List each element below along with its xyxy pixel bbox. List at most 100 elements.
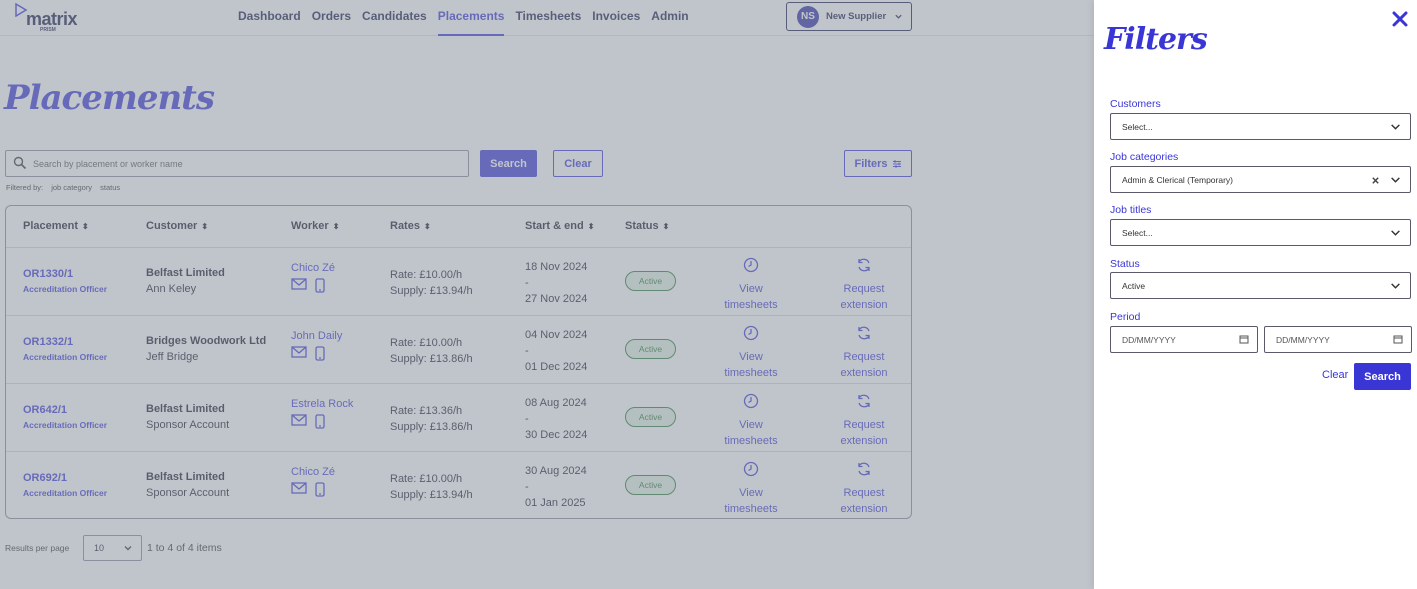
dates-cell: 08 Aug 2024 - 30 Dec 2024 <box>525 395 587 443</box>
request-extension-button[interactable]: Request extension <box>824 257 904 313</box>
end-date: 27 Nov 2024 <box>525 293 588 305</box>
per-page-value: 10 <box>94 543 105 553</box>
clear-button[interactable]: Clear <box>553 150 603 177</box>
nav-invoices[interactable]: Invoices <box>592 0 640 36</box>
results-per-page-select[interactable]: 10 <box>83 535 142 561</box>
filtered-by-label: Filtered by: <box>6 183 44 192</box>
placement-role: Accreditation Officer <box>23 352 108 362</box>
clock-icon <box>711 325 791 346</box>
period-from-placeholder: DD/MM/YYYY <box>1122 335 1176 345</box>
request-extension-button[interactable]: Request extension <box>824 393 904 449</box>
account-name: New Supplier <box>826 11 887 22</box>
chevron-down-icon <box>1391 124 1400 130</box>
rates-cell: Rate: £10.00/h Supply: £13.94/h <box>390 471 473 503</box>
filters-button[interactable]: Filters <box>844 150 912 177</box>
start-date: 04 Nov 2024 <box>525 329 588 341</box>
supply-value: Supply: £13.86/h <box>390 353 473 365</box>
supply-value: Supply: £13.94/h <box>390 489 473 501</box>
refresh-icon <box>824 325 904 346</box>
table-row: OR1330/1 Accreditation Officer Belfast L… <box>6 248 911 316</box>
placement-id-link[interactable]: OR1330/1 <box>23 268 107 280</box>
clear-selection-icon[interactable] <box>1371 176 1380 185</box>
filters-search-button[interactable]: Search <box>1354 363 1411 390</box>
refresh-icon <box>824 461 904 482</box>
placement-role: Accreditation Officer <box>23 284 108 294</box>
clock-icon <box>711 257 791 278</box>
items-range: 1 to 4 of 4 items <box>147 542 222 554</box>
email-icon[interactable] <box>291 414 307 432</box>
column-header-worker[interactable]: Worker ⬍ <box>291 220 339 232</box>
chevron-down-icon <box>895 14 902 19</box>
dates-cell: 18 Nov 2024 - 27 Nov 2024 <box>525 259 587 307</box>
column-header-status[interactable]: Status ⬍ <box>625 220 669 232</box>
worker-name-link[interactable]: Chico Zé <box>291 262 335 274</box>
nav-orders[interactable]: Orders <box>312 0 351 36</box>
status-select[interactable]: Active <box>1110 272 1411 299</box>
search-button[interactable]: Search <box>480 150 537 177</box>
job-titles-label: Job titles <box>1110 204 1152 216</box>
phone-icon[interactable] <box>315 414 325 432</box>
status-value: Active <box>1122 281 1146 291</box>
request-extension-button[interactable]: Request extension <box>824 325 904 381</box>
worker-cell: Chico Zé <box>291 466 335 500</box>
phone-icon[interactable] <box>315 346 325 364</box>
customer-cell: Belfast Limited Sponsor Account <box>146 471 229 499</box>
phone-icon[interactable] <box>315 482 325 500</box>
view-timesheets-line1: View <box>739 283 763 295</box>
filters-clear-button[interactable]: Clear <box>1322 369 1348 381</box>
nav-placements[interactable]: Placements <box>437 0 505 36</box>
placement-id-link[interactable]: OR642/1 <box>23 404 107 416</box>
email-icon[interactable] <box>291 278 307 296</box>
filter-tag: status <box>100 183 121 192</box>
worker-name-link[interactable]: Estrela Rock <box>291 398 353 410</box>
placement-id-link[interactable]: OR1332/1 <box>23 336 107 348</box>
column-header-customer[interactable]: Customer ⬍ <box>146 220 208 232</box>
view-timesheets-button[interactable]: View timesheets <box>711 325 791 381</box>
calendar-icon[interactable] <box>1239 334 1249 344</box>
column-header-rates[interactable]: Rates ⬍ <box>390 220 431 232</box>
filters-title: Filters <box>1104 22 1208 57</box>
main-page: matrix PRISM Dashboard Orders Candidates… <box>0 0 1094 589</box>
rates-cell: Rate: £13.36/h Supply: £13.86/h <box>390 403 473 435</box>
nav-admin[interactable]: Admin <box>651 0 688 36</box>
search-field[interactable] <box>5 150 469 177</box>
job-titles-select[interactable]: Select... <box>1110 219 1411 246</box>
filtered-by: Filtered by: job category status <box>6 183 126 192</box>
sort-icon: ⬍ <box>662 222 670 231</box>
end-date: 30 Dec 2024 <box>525 429 588 441</box>
job-categories-select[interactable]: Admin & Clerical (Temporary) <box>1110 166 1411 193</box>
period-from-field[interactable]: DD/MM/YYYY <box>1110 326 1258 353</box>
phone-icon[interactable] <box>315 278 325 296</box>
supply-value: Supply: £13.86/h <box>390 421 473 433</box>
clock-icon <box>711 461 791 482</box>
matrix-logo[interactable]: matrix PRISM <box>14 3 94 33</box>
account-menu-button[interactable]: NS New Supplier <box>786 2 912 31</box>
request-extension-button[interactable]: Request extension <box>824 461 904 517</box>
placement-cell: OR642/1 Accreditation Officer <box>23 404 107 430</box>
placement-role: Accreditation Officer <box>23 488 108 498</box>
column-header-placement[interactable]: Placement ⬍ <box>23 220 89 232</box>
email-icon[interactable] <box>291 482 307 500</box>
top-navigation-bar: matrix PRISM Dashboard Orders Candidates… <box>0 0 1094 36</box>
customers-select[interactable]: Select... <box>1110 113 1411 140</box>
request-extension-line1: Request <box>843 487 885 499</box>
view-timesheets-button[interactable]: View timesheets <box>711 461 791 517</box>
email-icon[interactable] <box>291 346 307 364</box>
view-timesheets-button[interactable]: View timesheets <box>711 393 791 449</box>
nav-dashboard[interactable]: Dashboard <box>238 0 301 36</box>
view-timesheets-button[interactable]: View timesheets <box>711 257 791 313</box>
nav-candidates[interactable]: Candidates <box>362 0 427 36</box>
period-to-field[interactable]: DD/MM/YYYY <box>1264 326 1412 353</box>
job-categories-value: Admin & Clerical (Temporary) <box>1122 175 1233 185</box>
worker-name-link[interactable]: John Daily <box>291 330 342 342</box>
placement-id-link[interactable]: OR692/1 <box>23 472 107 484</box>
date-separator: - <box>525 345 529 357</box>
close-icon[interactable] <box>1392 11 1408 27</box>
calendar-icon[interactable] <box>1393 334 1403 344</box>
column-header-start-end[interactable]: Start & end ⬍ <box>525 220 594 232</box>
search-input[interactable] <box>33 155 453 172</box>
nav-timesheets[interactable]: Timesheets <box>515 0 581 36</box>
customer-contact: Jeff Bridge <box>146 351 199 363</box>
customers-label: Customers <box>1110 98 1161 110</box>
worker-name-link[interactable]: Chico Zé <box>291 466 335 478</box>
